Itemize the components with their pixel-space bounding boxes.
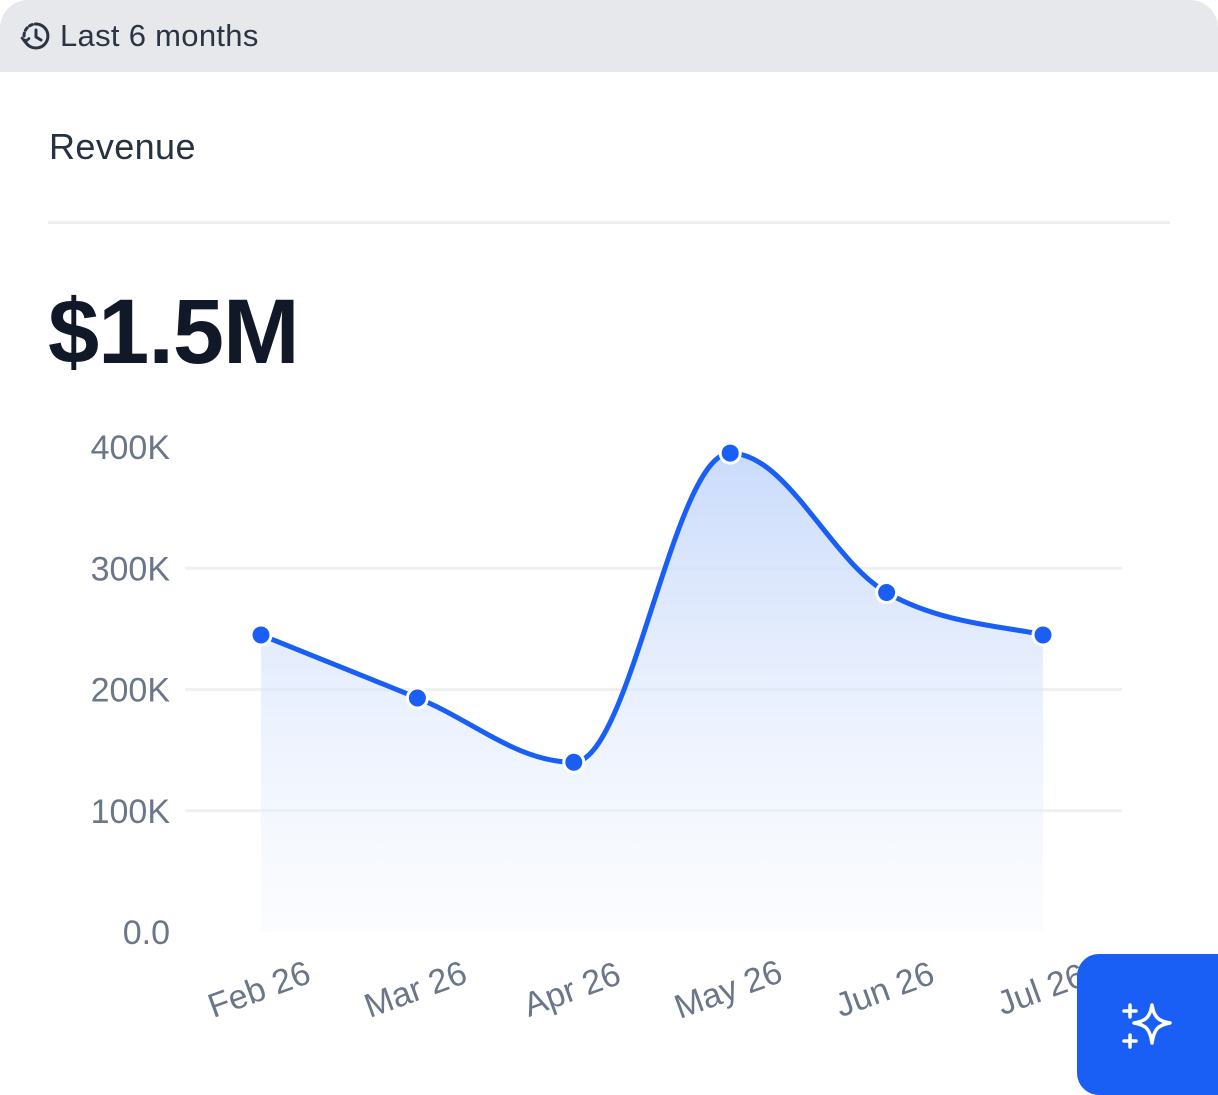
data-point[interactable] [249,623,273,647]
y-tick-label: 0.0 [123,914,170,952]
ai-assistant-button[interactable] [1077,954,1218,1095]
data-point[interactable] [405,686,429,710]
revenue-area-chart: 0.0 100K 200K 300K 400K Feb 26 Mar 26 Apr 26 Ma… [91,429,1122,1027]
data-point[interactable] [1031,623,1055,647]
data-point[interactable] [718,441,742,465]
data-point[interactable] [562,750,586,774]
series-area [261,453,1043,932]
y-tick-label: 300K [91,550,171,588]
x-tick-label: Mar 26 [359,954,471,1026]
x-tick-label: May 26 [670,953,788,1027]
y-tick-label: 200K [91,672,171,710]
revenue-card: Last 6 months Revenue $1.5M 0.0 100K 200K 3… [0,0,1218,1095]
x-tick-label: Jul 26 [992,956,1090,1023]
sparkles-icon [1121,1002,1172,1049]
x-tick-label: Feb 26 [203,954,315,1026]
x-tick-label: Jun 26 [830,954,939,1025]
y-tick-label: 100K [91,793,171,831]
data-point[interactable] [875,581,899,604]
x-tick-label: Apr 26 [518,955,625,1025]
y-tick-label: 400K [91,429,171,467]
